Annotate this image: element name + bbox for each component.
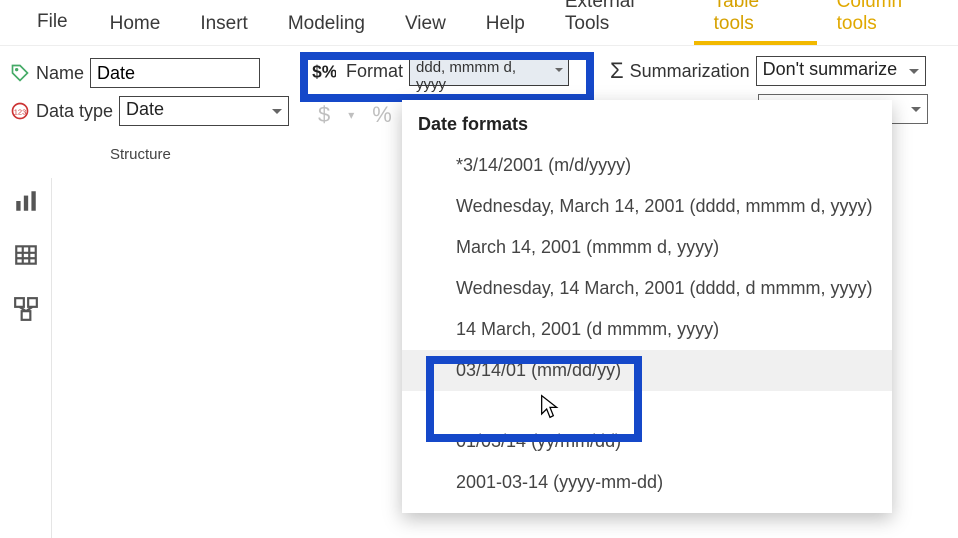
- format-option-1[interactable]: Wednesday, March 14, 2001 (dddd, mmmm d,…: [402, 186, 892, 227]
- format-label: Format: [346, 61, 403, 82]
- tab-table-tools[interactable]: Table tools: [694, 0, 817, 45]
- tab-home[interactable]: Home: [90, 5, 181, 45]
- format-select[interactable]: ddd, mmmm d, yyyy: [409, 56, 569, 86]
- svg-text:$%: $%: [312, 62, 336, 82]
- tab-column-tools[interactable]: Column tools: [817, 0, 958, 45]
- summarization-select[interactable]: Don't summarize: [756, 56, 926, 86]
- tab-modeling[interactable]: Modeling: [268, 5, 385, 45]
- datatype-label: Data type: [36, 101, 113, 122]
- currency-button[interactable]: $: [318, 102, 330, 128]
- format-option-0[interactable]: *3/14/2001 (m/d/yyyy): [402, 145, 892, 186]
- structure-group: Name 123 Data type Date: [10, 54, 300, 130]
- format-option-6[interactable]: 03/14/01 (mm/dd/yy): [402, 350, 892, 391]
- format-icon: $%: [310, 58, 336, 84]
- tab-external-tools[interactable]: External Tools: [545, 0, 694, 45]
- tag-icon: [10, 63, 30, 83]
- dropdown-header: Date formats: [402, 100, 892, 145]
- format-dropdown: Date formats *3/14/2001 (m/d/yyyy) Wedne…: [402, 100, 892, 513]
- menu-bar: File Home Insert Modeling View Help Exte…: [0, 0, 958, 46]
- report-view-icon[interactable]: [13, 188, 39, 214]
- file-menu[interactable]: File: [15, 5, 90, 45]
- format-option-3[interactable]: Wednesday, 14 March, 2001 (dddd, d mmmm,…: [402, 268, 892, 309]
- currency-chevron-icon[interactable]: ▾: [348, 108, 354, 122]
- format-option-9[interactable]: 2001-03-14 (yyyy-mm-dd): [402, 462, 892, 503]
- summarization-group: Σ Summarization Don't summarize: [610, 56, 926, 86]
- format-option-8[interactable]: 01/03/14 (yy/mm/dd): [402, 421, 892, 462]
- format-option-2[interactable]: March 14, 2001 (mmmm d, yyyy): [402, 227, 892, 268]
- mouse-cursor-icon: [540, 394, 560, 420]
- sigma-icon: Σ: [610, 58, 624, 84]
- tab-help[interactable]: Help: [466, 5, 545, 45]
- format-group: $% Format ddd, mmmm d, yyyy $ ▾ %: [300, 52, 600, 90]
- format-option-4[interactable]: 14 March, 2001 (d mmmm, yyyy): [402, 309, 892, 350]
- model-view-icon[interactable]: [13, 296, 39, 322]
- view-switcher: [0, 178, 52, 538]
- datatype-icon: 123: [10, 101, 30, 121]
- data-view-icon[interactable]: [13, 242, 39, 268]
- structure-group-label: Structure: [110, 146, 171, 163]
- name-label: Name: [36, 63, 84, 84]
- tab-view[interactable]: View: [385, 5, 466, 45]
- percent-button[interactable]: %: [372, 102, 392, 128]
- format-toolbar: $ ▾ %: [318, 102, 392, 128]
- svg-text:123: 123: [14, 107, 27, 116]
- summarization-label: Summarization: [630, 61, 750, 82]
- datatype-select[interactable]: Date: [119, 96, 289, 126]
- name-input[interactable]: [90, 58, 260, 88]
- tab-insert[interactable]: Insert: [180, 5, 268, 45]
